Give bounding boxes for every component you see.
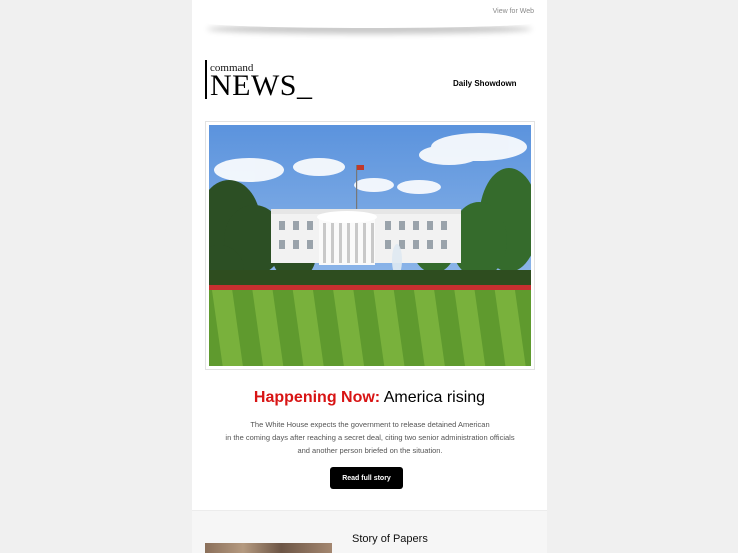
headline-highlight: Happening Now: (253, 389, 381, 406)
story-title[interactable]: Story of Papers (352, 533, 428, 545)
hero-image-frame[interactable] (205, 121, 535, 370)
summary-line: The White House expects the government t… (250, 420, 490, 429)
logo-bar (205, 60, 207, 99)
feature-headline[interactable]: Happening Now: America rising (192, 388, 547, 408)
secondary-story-section: Story of Papers (192, 510, 547, 553)
view-for-web-link[interactable]: View for Web (493, 8, 534, 15)
headline-text: America rising (380, 389, 486, 406)
summary-line: and another person briefed on the situat… (297, 446, 443, 455)
brand-logo[interactable]: command NEWS_ (205, 60, 315, 102)
logo-big-text: NEWS_ (210, 69, 313, 102)
header-divider-shadow (207, 18, 532, 28)
top-bar: View for Web (192, 0, 547, 25)
hero-image (209, 125, 531, 366)
story-thumbnail[interactable] (205, 543, 332, 553)
summary-line: in the coming days after reaching a secr… (225, 433, 515, 442)
email-container: View for Web command NEWS_ Daily Showdow… (192, 0, 547, 553)
read-full-story-button[interactable]: Read full story (330, 467, 403, 489)
newsletter-tagline: Daily Showdown (453, 79, 517, 88)
feature-summary: The White House expects the government t… (210, 418, 530, 457)
